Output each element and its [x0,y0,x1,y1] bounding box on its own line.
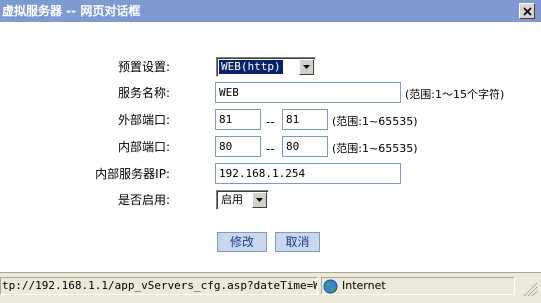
preset-value: WEB(http) [218,59,284,75]
close-icon [523,7,532,16]
service-name-label: 服务名称: [117,86,170,100]
resize-grip-icon[interactable] [520,279,539,298]
preset-select[interactable]: WEB(http) [216,57,316,77]
security-zone: Internet [321,277,515,295]
globe-icon [323,279,338,294]
service-name-input[interactable]: WEB [215,82,401,103]
preset-dropdown-arrow[interactable] [299,59,314,75]
chevron-down-icon [303,65,310,69]
preset-label: 预置设置: [117,60,170,74]
cancel-button[interactable]: 取消 [275,232,320,252]
dialog-titlebar: 虚拟服务器 -- 网页对话框 [0,0,541,22]
external-port-hint: (范围:1~65535) [332,115,418,128]
modify-button[interactable]: 修改 [217,232,267,252]
external-port-label: 外部端口: [117,113,170,127]
dialog-title: 虚拟服务器 -- 网页对话框 [2,4,141,18]
status-url: tp://192.168.1.1/app_vServers_cfg.asp?da… [0,277,318,295]
enabled-value: 启用 [221,193,243,206]
virtual-server-form: 预置设置: WEB(http) 服务名称: WEB (范围:1～15个字符) 外… [0,22,541,272]
internal-port-separator: -- [266,142,275,156]
external-port-to-input[interactable]: 81 [282,109,328,130]
enabled-dropdown-arrow[interactable] [252,192,267,208]
internal-port-label: 内部端口: [117,140,170,154]
enabled-select[interactable]: 启用 [216,190,269,210]
service-name-hint: (范围:1～15个字符) [405,88,505,101]
zone-label: Internet [342,279,386,292]
internal-port-to-input[interactable]: 80 [282,136,328,157]
internal-ip-label: 内部服务器IP: [95,167,170,181]
enabled-label: 是否启用: [117,193,170,207]
internal-port-hint: (范围:1~65535) [332,142,418,155]
external-port-separator: -- [266,115,275,129]
status-bar: tp://192.168.1.1/app_vServers_cfg.asp?da… [0,272,541,303]
external-port-from-input[interactable]: 81 [215,109,261,130]
internal-port-from-input[interactable]: 80 [215,136,261,157]
internal-ip-input[interactable]: 192.168.1.254 [215,163,401,184]
close-button[interactable] [519,3,535,19]
chevron-down-icon [256,198,263,202]
